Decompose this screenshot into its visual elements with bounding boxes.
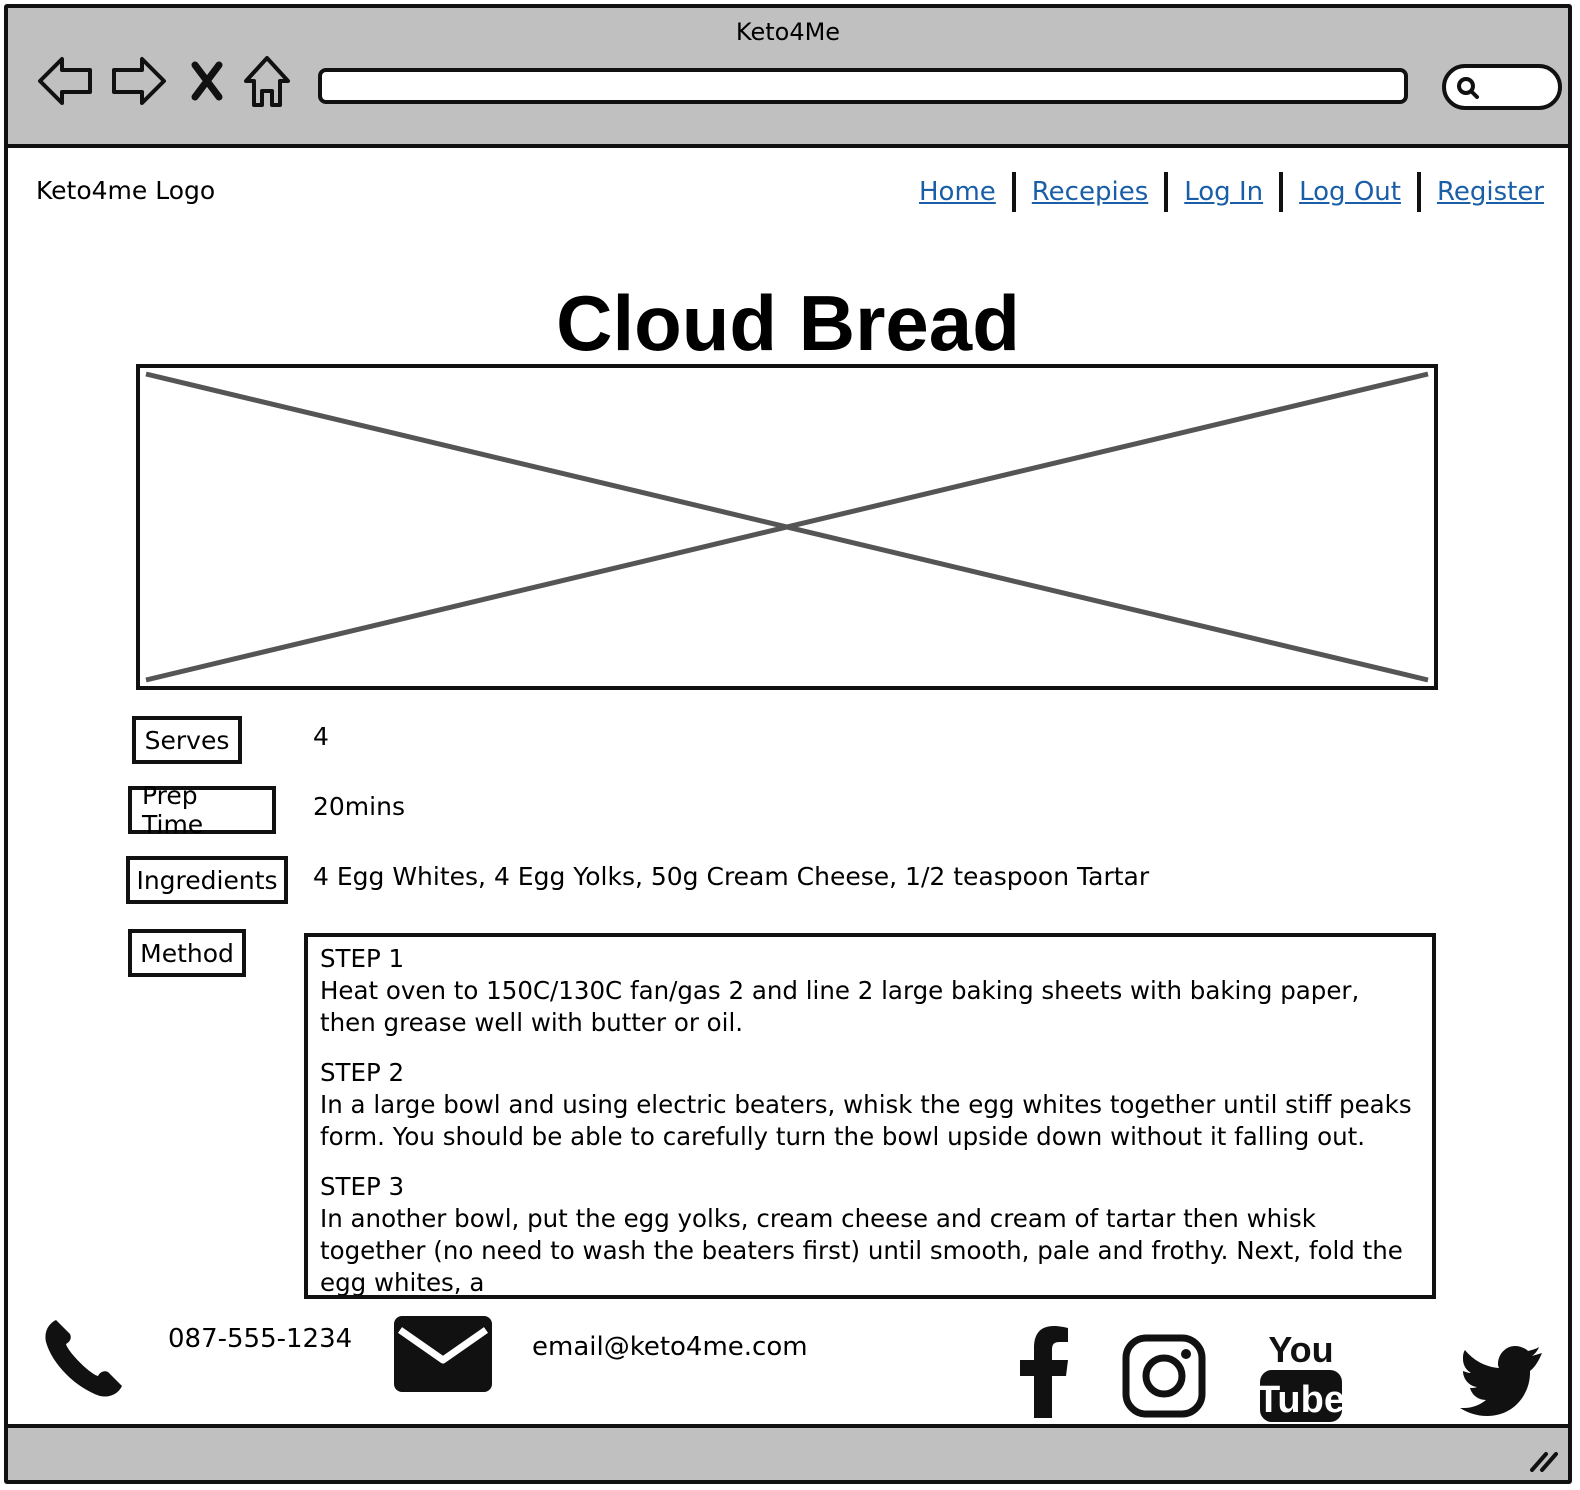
svg-text:You: You: [1268, 1329, 1333, 1370]
step-text: Heat oven to 150C/130C fan/gas 2 and lin…: [320, 976, 1360, 1037]
browser-window: Keto4Me Keto4me Logo Home Recepies Log I…: [4, 4, 1572, 1484]
nav-separator: [1416, 172, 1421, 212]
step-title: STEP 3: [320, 1172, 405, 1201]
method-step: STEP 1 Heat oven to 150C/130C fan/gas 2 …: [320, 943, 1420, 1039]
footer-phone[interactable]: 087-555-1234: [168, 1324, 352, 1354]
method-text-area[interactable]: STEP 1 Heat oven to 150C/130C fan/gas 2 …: [304, 933, 1436, 1299]
close-icon: [191, 61, 223, 101]
step-text: In a large bowl and using electric beate…: [320, 1090, 1412, 1151]
twitter-icon[interactable]: [1456, 1344, 1544, 1416]
serves-label: Serves: [132, 716, 242, 764]
youtube-icon[interactable]: You Tube: [1260, 1324, 1342, 1424]
image-placeholder: [136, 364, 1438, 690]
search-icon: [1457, 77, 1479, 99]
step-title: STEP 2: [320, 1058, 405, 1087]
recipe-title: Cloud Bread: [556, 279, 1020, 367]
footer-email[interactable]: email@keto4me.com: [532, 1332, 808, 1362]
prep-time-label: Prep Time: [128, 781, 276, 839]
instagram-icon[interactable]: [1122, 1334, 1206, 1418]
serves-value: 4: [313, 722, 329, 751]
main-nav: Home Recepies Log In Log Out Register: [919, 172, 1544, 212]
home-icon: [244, 56, 290, 107]
nav-link-home[interactable]: Home: [919, 177, 996, 207]
facebook-icon[interactable]: [1018, 1326, 1070, 1418]
browser-chrome: Keto4Me: [8, 8, 1568, 148]
step-text: In another bowl, put the egg yolks, crea…: [320, 1204, 1403, 1297]
forward-button[interactable]: [108, 50, 170, 112]
step-title: STEP 1: [320, 944, 405, 973]
ingredients-label: Ingredients: [126, 856, 288, 904]
window-title: Keto4Me: [735, 18, 841, 46]
method-label: Method: [128, 929, 246, 977]
svg-text:Tube: Tube: [1260, 1379, 1342, 1421]
back-button[interactable]: [34, 50, 96, 112]
forward-arrow-icon: [112, 57, 166, 105]
nav-separator: [1011, 172, 1016, 212]
phone-icon: [45, 1320, 122, 1397]
site-logo[interactable]: Keto4me Logo: [36, 176, 215, 205]
prep-time-value: 20mins: [313, 792, 405, 821]
stop-button[interactable]: [176, 50, 238, 112]
back-arrow-icon: [38, 57, 92, 105]
browser-search-field[interactable]: [1442, 64, 1562, 110]
nav-separator: [1164, 172, 1169, 212]
resize-grip-icon[interactable]: [1528, 1446, 1558, 1472]
nav-link-log-in[interactable]: Log In: [1184, 177, 1263, 207]
home-nav-button[interactable]: [236, 50, 298, 112]
method-step: STEP 3 In another bowl, put the egg yolk…: [320, 1171, 1420, 1297]
method-step: STEP 2 In a large bowl and using electri…: [320, 1057, 1420, 1153]
status-bar: [8, 1424, 1568, 1480]
nav-separator: [1279, 172, 1284, 212]
address-bar[interactable]: [318, 68, 1408, 104]
nav-link-log-out[interactable]: Log Out: [1299, 177, 1401, 207]
ingredients-value: 4 Egg Whites, 4 Egg Yolks, 50g Cream Che…: [313, 862, 1150, 891]
envelope-icon: [394, 1316, 492, 1392]
nav-link-recepies[interactable]: Recepies: [1032, 177, 1148, 207]
nav-link-register[interactable]: Register: [1437, 177, 1544, 207]
